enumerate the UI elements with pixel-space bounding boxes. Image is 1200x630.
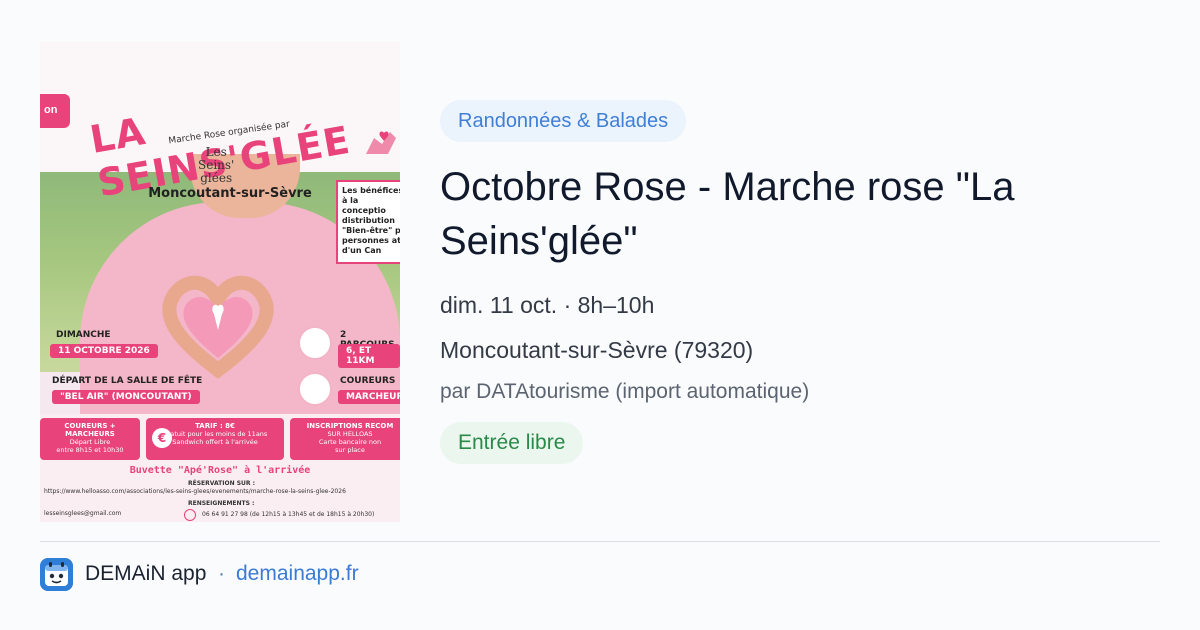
poster-runners-box: COUREURS + MARCHEURS Départ Libre entre … bbox=[40, 418, 140, 460]
poster-email: lesseinsglees@gmail.com bbox=[44, 510, 122, 517]
poster-runners-label: COUREURS bbox=[340, 376, 396, 386]
euro-icon: € bbox=[152, 428, 172, 448]
poster-benefits-box: Les bénéfices à la conceptio distributio… bbox=[336, 180, 400, 264]
poster-town: Moncoutant-sur-Sèvre bbox=[148, 186, 312, 201]
phone-icon bbox=[184, 509, 196, 521]
app-domain-link[interactable]: demainapp.fr bbox=[236, 562, 359, 586]
hands-heart-icon bbox=[366, 131, 396, 154]
poster-org-logo: Les Seins' glées bbox=[198, 145, 235, 185]
poster-buvette: Buvette "Apé'Rose" à l'arrivée bbox=[129, 465, 311, 476]
event-datetime: dim. 11 oct. · 8h–10h bbox=[440, 292, 655, 318]
event-location: Moncoutant-sur-Sèvre (79320) bbox=[440, 337, 754, 363]
poster-routes-pill: 6, ET 11KM bbox=[338, 344, 400, 368]
poster-price-box: € TARIF : 8€ Gratuit pour les moins de 1… bbox=[146, 418, 284, 460]
event-poster-image: on LA SEINS'GLÉE Marche Rose organisée p… bbox=[40, 42, 400, 522]
poster-date-pill: 11 OCTOBRE 2026 bbox=[50, 344, 158, 358]
category-tag[interactable]: Randonnées & Balades bbox=[440, 100, 687, 142]
footer-divider bbox=[40, 541, 1160, 542]
event-title: Octobre Rose - Marche rose "La Seins'glé… bbox=[440, 165, 1015, 263]
heart-hands-icon bbox=[162, 275, 274, 379]
poster-renseignements-label: RENSEIGNEMENTS : bbox=[188, 500, 255, 507]
footer-separator: · bbox=[218, 562, 225, 585]
price-badge: Entrée libre bbox=[440, 422, 584, 464]
poster-place-pill: "BEL AIR" (MONCOUTANT) bbox=[52, 390, 200, 404]
app-logo-icon bbox=[40, 558, 73, 591]
poster-walkers-pill: MARCHEUR bbox=[338, 390, 400, 404]
event-organizer: par DATAtourisme (import automatique) bbox=[440, 380, 810, 403]
poster-phone: 06 64 91 27 98 (de 12h15 à 13h45 et de 1… bbox=[202, 511, 375, 518]
route-pin-icon bbox=[298, 326, 332, 360]
poster-signup-box: INSCRIPTIONS RECOM SUR HELLOAS Carte ban… bbox=[290, 418, 400, 460]
running-shoe-icon bbox=[298, 372, 332, 406]
poster-reservation-url: https://www.helloasso.com/associations/l… bbox=[44, 488, 346, 495]
poster-depart-label: DÉPART DE LA SALLE DE FÊTE bbox=[52, 376, 203, 386]
poster-side-badge: on bbox=[40, 94, 70, 128]
poster-day-label: DIMANCHE bbox=[56, 330, 111, 340]
poster-reservation-label: RÉSERVATION SUR : bbox=[188, 480, 256, 487]
app-name: DEMAiN app bbox=[85, 562, 207, 585]
